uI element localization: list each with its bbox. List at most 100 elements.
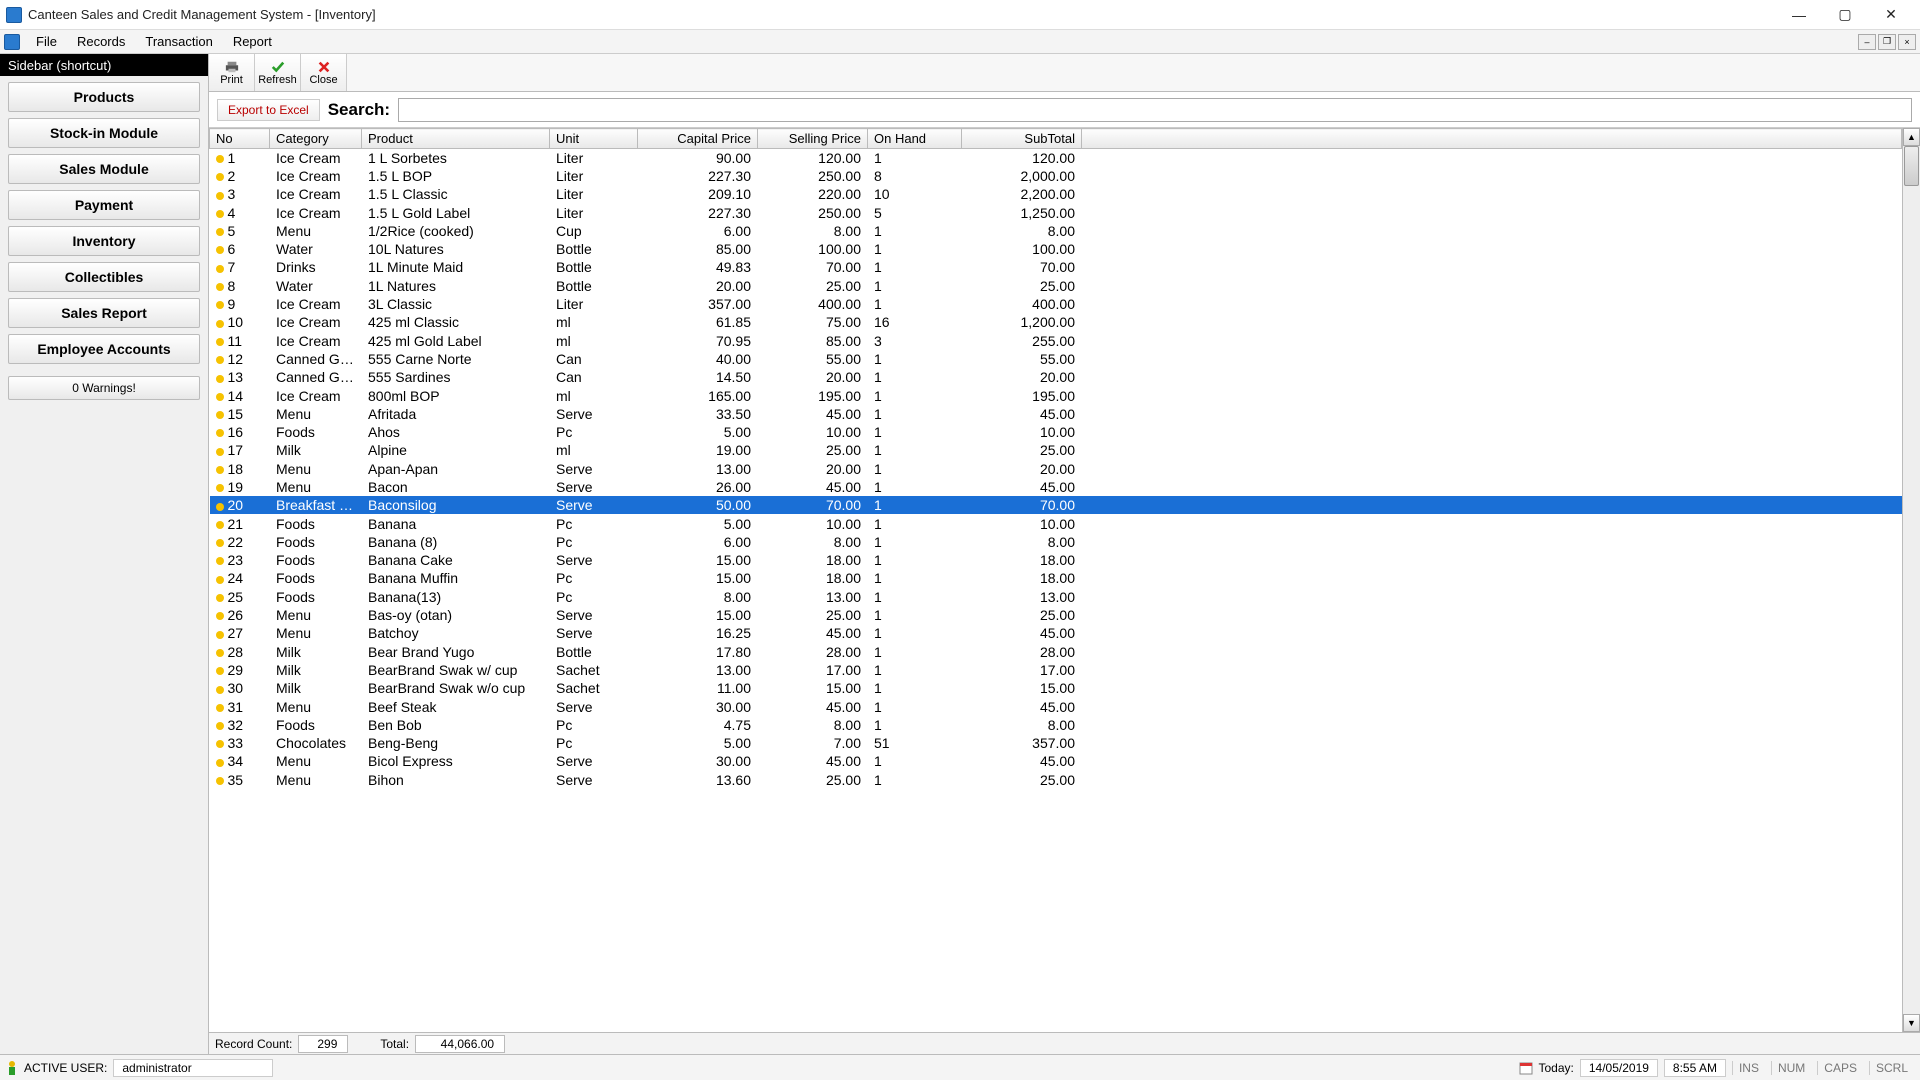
- table-row[interactable]: 2Ice Cream1.5 L BOPLiter227.30250.0082,0…: [210, 167, 1902, 185]
- sidebar-sales-report[interactable]: Sales Report: [8, 298, 200, 328]
- sidebar-warnings-button[interactable]: 0 Warnings!: [8, 376, 200, 400]
- cell-cap: 30.00: [638, 752, 758, 770]
- table-row[interactable]: 1Ice Cream1 L SorbetesLiter90.00120.0011…: [210, 149, 1902, 167]
- table-row[interactable]: 34MenuBicol ExpressServe30.0045.00145.00: [210, 752, 1902, 770]
- table-row[interactable]: 26MenuBas-oy (otan)Serve15.0025.00125.00: [210, 606, 1902, 624]
- cell-spacer: [1082, 203, 1902, 221]
- cell-spacer: [1082, 679, 1902, 697]
- table-row[interactable]: 17MilkAlpineml19.0025.00125.00: [210, 441, 1902, 459]
- col-header-category[interactable]: Category: [270, 129, 362, 149]
- cell-cap: 357.00: [638, 295, 758, 313]
- cell-prod: Baconsilog: [362, 496, 550, 514]
- cell-sell: 85.00: [758, 331, 868, 349]
- searchbar: Export to Excel Search:: [209, 92, 1920, 128]
- sidebar-inventory[interactable]: Inventory: [8, 226, 200, 256]
- table-row[interactable]: 18MenuApan-ApanServe13.0020.00120.00: [210, 460, 1902, 478]
- cell-spacer: [1082, 313, 1902, 331]
- minimize-button[interactable]: —: [1776, 1, 1822, 29]
- cell-spacer: [1082, 423, 1902, 441]
- cell-unit: Can: [550, 368, 638, 386]
- table-row[interactable]: 30MilkBearBrand Swak w/o cupSachet11.001…: [210, 679, 1902, 697]
- table-row[interactable]: 7Drinks1L Minute MaidBottle49.8370.00170…: [210, 258, 1902, 276]
- scrl-indicator: SCRL: [1869, 1061, 1914, 1075]
- sidebar-collectibles[interactable]: Collectibles: [8, 262, 200, 292]
- mdi-restore-button[interactable]: ❐: [1878, 34, 1896, 50]
- print-button[interactable]: Print: [209, 54, 255, 91]
- close-button[interactable]: Close: [301, 54, 347, 91]
- cell-spacer: [1082, 551, 1902, 569]
- col-header-product[interactable]: Product: [362, 129, 550, 149]
- col-header-on-hand[interactable]: On Hand: [868, 129, 962, 149]
- maximize-button[interactable]: ▢: [1822, 1, 1868, 29]
- table-row[interactable]: 31MenuBeef SteakServe30.0045.00145.00: [210, 697, 1902, 715]
- table-row[interactable]: 15MenuAfritadaServe33.5045.00145.00: [210, 405, 1902, 423]
- table-row[interactable]: 4Ice Cream1.5 L Gold LabelLiter227.30250…: [210, 203, 1902, 221]
- sidebar-products[interactable]: Products: [8, 82, 200, 112]
- col-header-subtotal[interactable]: SubTotal: [962, 129, 1082, 149]
- content: Print Refresh Close Export to Excel Sear…: [208, 54, 1920, 1054]
- sidebar-employee-accounts[interactable]: Employee Accounts: [8, 334, 200, 364]
- cell-prod: BearBrand Swak w/ cup: [362, 661, 550, 679]
- table-row[interactable]: 8Water1L NaturesBottle20.0025.00125.00: [210, 277, 1902, 295]
- table-row[interactable]: 28MilkBear Brand YugoBottle17.8028.00128…: [210, 643, 1902, 661]
- cell-cap: 20.00: [638, 277, 758, 295]
- table-row[interactable]: 21FoodsBananaPc5.0010.00110.00: [210, 514, 1902, 532]
- table-row[interactable]: 24FoodsBanana MuffinPc15.0018.00118.00: [210, 569, 1902, 587]
- table-row[interactable]: 14Ice Cream800ml BOPml165.00195.001195.0…: [210, 386, 1902, 404]
- table-row[interactable]: 25FoodsBanana(13)Pc8.0013.00113.00: [210, 588, 1902, 606]
- inventory-grid[interactable]: NoCategoryProductUnitCapital PriceSellin…: [209, 128, 1902, 1032]
- table-row[interactable]: 35MenuBihonServe13.6025.00125.00: [210, 771, 1902, 789]
- menu-records[interactable]: Records: [67, 32, 135, 51]
- table-row[interactable]: 5Menu1/2Rice (cooked)Cup6.008.0018.00: [210, 222, 1902, 240]
- cell-prod: Beng-Beng: [362, 734, 550, 752]
- search-input[interactable]: [398, 98, 1912, 122]
- row-bullet-icon: [216, 192, 224, 200]
- table-row[interactable]: 13Canned G…555 SardinesCan14.5020.00120.…: [210, 368, 1902, 386]
- menu-transaction[interactable]: Transaction: [135, 32, 222, 51]
- scroll-up-button[interactable]: ▲: [1903, 128, 1920, 146]
- table-row[interactable]: 16FoodsAhosPc5.0010.00110.00: [210, 423, 1902, 441]
- table-row[interactable]: 32FoodsBen BobPc4.758.0018.00: [210, 716, 1902, 734]
- sidebar-stock-in-module[interactable]: Stock-in Module: [8, 118, 200, 148]
- cell-sub: 25.00: [962, 606, 1082, 624]
- table-row[interactable]: 29MilkBearBrand Swak w/ cupSachet13.0017…: [210, 661, 1902, 679]
- mdi-minimize-button[interactable]: –: [1858, 34, 1876, 50]
- cell-sub: 25.00: [962, 441, 1082, 459]
- table-row[interactable]: 10Ice Cream425 ml Classicml61.8575.00161…: [210, 313, 1902, 331]
- col-header-capital-price[interactable]: Capital Price: [638, 129, 758, 149]
- table-row[interactable]: 19MenuBaconServe26.0045.00145.00: [210, 478, 1902, 496]
- cell-unit: Bottle: [550, 643, 638, 661]
- cell-sub: 120.00: [962, 149, 1082, 167]
- cell-no: 18: [210, 460, 270, 478]
- table-row[interactable]: 22FoodsBanana (8)Pc6.008.0018.00: [210, 533, 1902, 551]
- table-row[interactable]: 23FoodsBanana CakeServe15.0018.00118.00: [210, 551, 1902, 569]
- vertical-scrollbar[interactable]: ▲ ▼: [1902, 128, 1920, 1032]
- table-row[interactable]: 3Ice Cream1.5 L ClassicLiter209.10220.00…: [210, 185, 1902, 203]
- sidebar-sales-module[interactable]: Sales Module: [8, 154, 200, 184]
- row-bullet-icon: [216, 740, 224, 748]
- table-row[interactable]: 11Ice Cream425 ml Gold Labelml70.9585.00…: [210, 331, 1902, 349]
- menu-file[interactable]: File: [26, 32, 67, 51]
- mdi-close-button[interactable]: ×: [1898, 34, 1916, 50]
- table-row[interactable]: 12Canned G…555 Carne NorteCan40.0055.001…: [210, 350, 1902, 368]
- table-row[interactable]: 27MenuBatchoyServe16.2545.00145.00: [210, 624, 1902, 642]
- col-header-selling-price[interactable]: Selling Price: [758, 129, 868, 149]
- scroll-down-button[interactable]: ▼: [1903, 1014, 1920, 1032]
- table-row[interactable]: 9Ice Cream3L ClassicLiter357.00400.00140…: [210, 295, 1902, 313]
- col-header-unit[interactable]: Unit: [550, 129, 638, 149]
- refresh-button[interactable]: Refresh: [255, 54, 301, 91]
- table-row[interactable]: 6Water10L NaturesBottle85.00100.001100.0…: [210, 240, 1902, 258]
- table-row[interactable]: 33ChocolatesBeng-BengPc5.007.0051357.00: [210, 734, 1902, 752]
- close-window-button[interactable]: ✕: [1868, 1, 1914, 29]
- cell-cat: Foods: [270, 716, 362, 734]
- col-header-no[interactable]: No: [210, 129, 270, 149]
- cell-no: 32: [210, 716, 270, 734]
- cell-sell: 45.00: [758, 624, 868, 642]
- row-bullet-icon: [216, 612, 224, 620]
- menu-report[interactable]: Report: [223, 32, 282, 51]
- scroll-thumb[interactable]: [1904, 146, 1919, 186]
- export-excel-button[interactable]: Export to Excel: [217, 99, 320, 121]
- cell-no: 9: [210, 295, 270, 313]
- sidebar-payment[interactable]: Payment: [8, 190, 200, 220]
- table-row[interactable]: 20Breakfast …BaconsilogServe50.0070.0017…: [210, 496, 1902, 514]
